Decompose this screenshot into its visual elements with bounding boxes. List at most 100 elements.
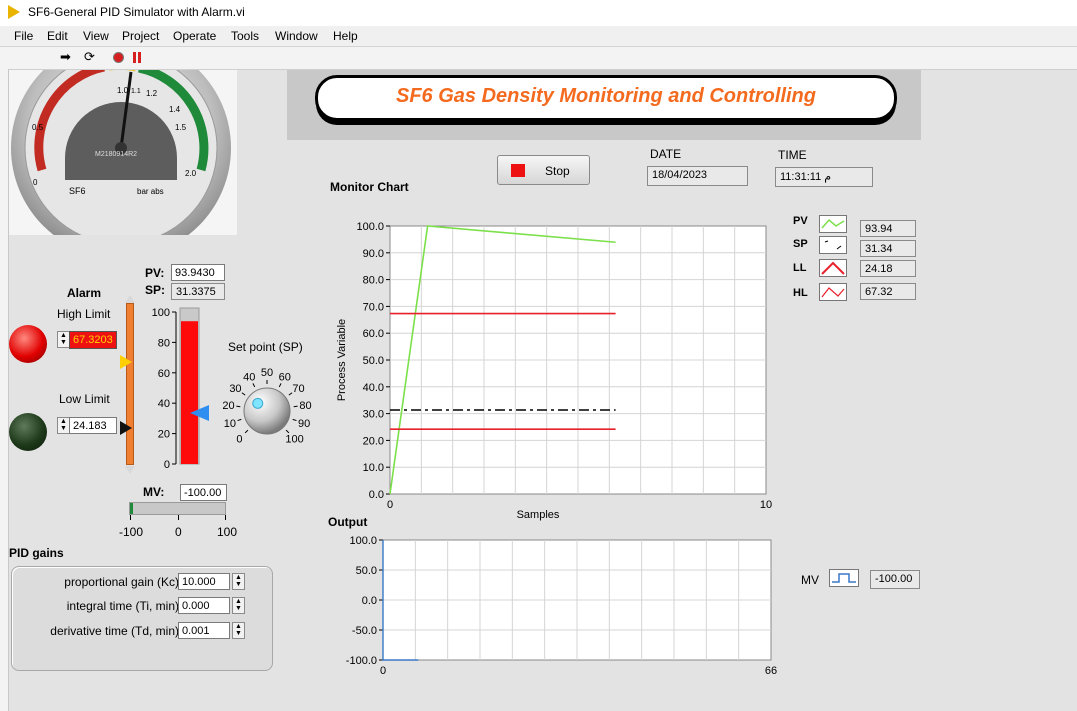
high-alarm-led [9,325,47,363]
y-tick-label: 10.0 [363,462,384,474]
menu-file[interactable]: File [14,29,33,43]
knob-tick-label: 70 [292,383,304,395]
knob-tick-mark [236,405,241,408]
alarm-limit-slider-track[interactable] [126,303,134,465]
high-limit-input[interactable]: 67.3203 [69,331,117,349]
td-input[interactable]: 0.001 [178,622,230,639]
pid-gains-title: PID gains [9,546,64,560]
y-tick-label: 50.0 [356,565,377,577]
output-chart[interactable]: -100.0 -50.0 0.0 50.0 100.0 0 66 [325,530,780,685]
stop-button[interactable]: Stop [497,155,590,185]
y-tick-label: 60.0 [363,328,384,340]
legend-value-ll: 24.18 [860,260,916,277]
menu-project[interactable]: Project [122,29,159,43]
sp-display: 31.3375 [171,283,225,300]
y-tick-label: 50.0 [363,355,384,367]
legend-name-hl: HL [793,287,808,299]
date-display: 18/04/2023 [647,166,748,186]
kc-spinner[interactable]: ▲ ▼ [232,573,245,590]
setpoint-knob[interactable]: 010 20 3040 50 6070 80 90 100 [218,355,328,455]
setpoint-pointer[interactable] [190,405,209,421]
menu-view[interactable]: View [83,29,109,43]
stop-button-label: Stop [545,164,570,178]
ti-spinner[interactable]: ▲ ▼ [232,597,245,614]
menu-edit[interactable]: Edit [47,29,68,43]
title-banner: SF6 Gas Density Monitoring and Controlli… [287,70,921,140]
gauge-tick-2.0: 2.0 [185,169,197,178]
gauge-tick-1.4: 1.4 [169,105,181,114]
gauge-tick-1.1: 1.1 [131,88,141,95]
knob-tick-label: 50 [261,367,273,379]
y-tick-label: 20.0 [363,435,384,447]
slider-up-arrow-icon[interactable] [125,295,135,303]
tank-tick-label: 20 [158,429,170,441]
menu-operate[interactable]: Operate [173,29,216,43]
legend-swatch-ll [819,259,847,277]
toolbar: ➡ ⟳ [0,47,1077,70]
title-banner-frame: SF6 Gas Density Monitoring and Controlli… [315,75,897,121]
gauge-tick-0.5: 0.5 [32,123,44,132]
low-limit-slider-pointer[interactable] [120,421,132,435]
menu-window[interactable]: Window [275,29,318,43]
y-tick-label: 100.0 [356,221,384,233]
pv-display: 93.9430 [171,264,225,281]
knob-tick-label: 40 [243,371,255,383]
ti-input[interactable]: 0.000 [178,597,230,614]
stop-icon [511,164,525,177]
gauge-tick-0: 0 [33,178,38,187]
knob-tick-mark [237,418,242,422]
menu-help[interactable]: Help [333,29,358,43]
y-tick-label: 0.0 [362,595,377,607]
gauge-tick-1.0: 1.0 [117,86,129,95]
mv-legend-name: MV [801,573,819,587]
pv-label: PV: [145,266,165,280]
banner-title: SF6 Gas Density Monitoring and Controlli… [395,85,816,107]
low-limit-input[interactable]: 24.183 [69,417,117,434]
mv-tick-mark-min [130,515,131,520]
mv-tick-mark-mid [178,515,179,520]
monitor-chart[interactable]: 0.0 10.0 20.0 30.0 40.0 50.0 60.0 70.0 80.0 90.0 1… [325,210,780,535]
gauge-tick-1.2: 1.2 [146,89,158,98]
low-limit-label: Low Limit [59,392,110,406]
process-tank: 100 80 60 40 20 0 [152,307,200,470]
kc-input[interactable]: 10.000 [178,573,230,590]
menu-tools[interactable]: Tools [231,29,259,43]
run-icon[interactable]: ➡ [60,50,71,65]
y-tick-label: 70.0 [363,301,384,313]
time-label: TIME [778,148,807,162]
date-label: DATE [650,147,682,161]
knob-tick-mark [285,429,290,434]
pause-icon[interactable] [133,52,136,63]
slider-down-arrow-icon[interactable] [125,466,135,474]
mv-bar-fill [130,503,133,514]
tank-tick-label: 100 [152,307,170,319]
knob-body [243,387,291,435]
abort-icon[interactable] [113,52,124,63]
y-tick-label: 30.0 [363,409,384,421]
x-tick-label: 10 [760,499,772,511]
gauge-serial: M2180914R2 [95,151,137,158]
x-tick-label: 0 [387,499,393,511]
td-spinner[interactable]: ▲ ▼ [232,622,245,639]
pause-icon-bar [138,52,141,63]
monitor-chart-title: Monitor Chart [330,180,409,194]
high-limit-slider-pointer[interactable] [120,355,132,369]
pressure-gauge-image: 0.5 0 1.0 1.1 1.2 1.4 1.5 2.0 M2180914R2… [9,38,237,258]
run-continuously-icon[interactable]: ⟳ [84,50,95,65]
gauge-tick-1.5: 1.5 [175,123,187,132]
setpoint-knob-label: Set point (SP) [228,340,303,354]
knob-tick-mark [292,418,297,422]
tank-tick-label: 80 [158,337,170,349]
x-axis-label: Samples [517,509,560,521]
knob-tick-mark [278,383,282,388]
tank-tick-label: 0 [164,459,170,470]
y-tick-label: 80.0 [363,275,384,287]
legend-swatch-sp [819,236,847,254]
mv-tick-mark-max [225,515,226,520]
y-tick-label: 40.0 [363,382,384,394]
y-tick-label: 90.0 [363,248,384,260]
y-tick-label: 100.0 [349,535,377,547]
knob-tick-label: 10 [224,418,236,430]
knob-tick-label: 80 [299,400,311,412]
sp-label: SP: [145,283,166,297]
